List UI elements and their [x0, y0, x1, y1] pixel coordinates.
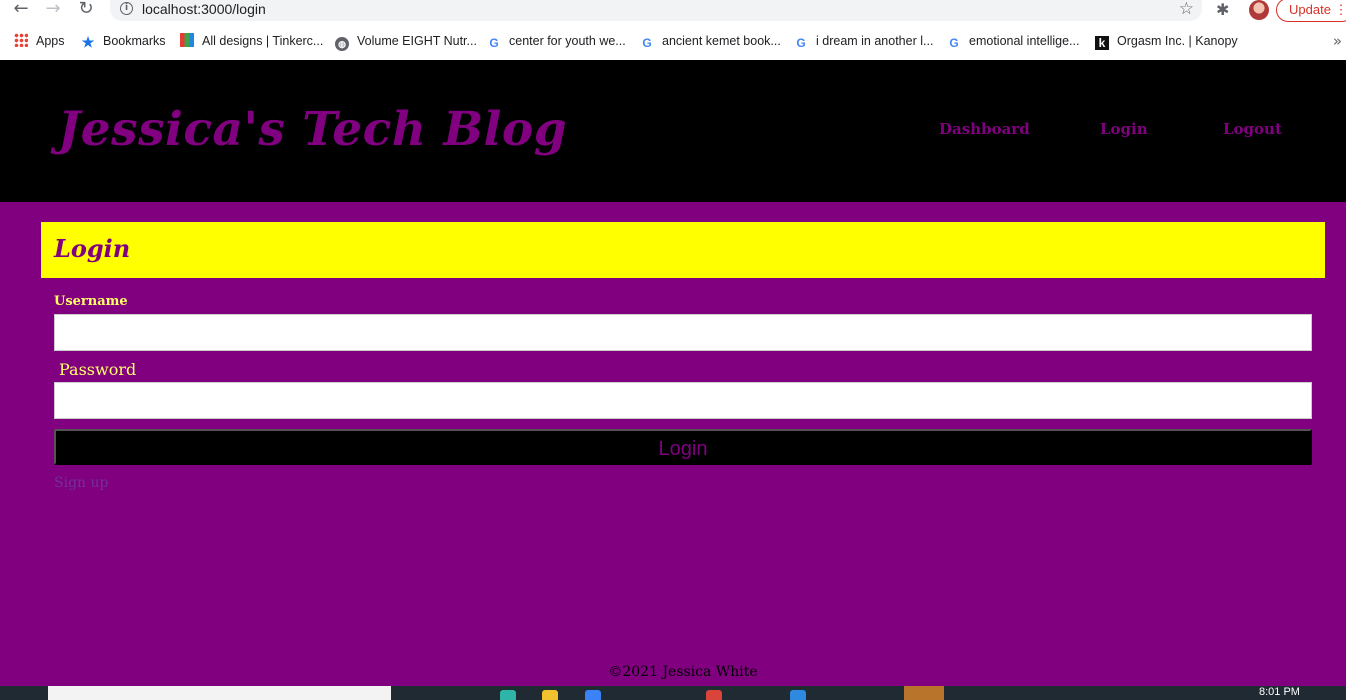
bookmark-star-icon[interactable]: ☆ — [1179, 0, 1194, 19]
bookmark-volume-eight[interactable]: ◍ Volume EIGHT Nutr... — [335, 33, 477, 53]
bookmarks-bar: Apps ★ Bookmarks All designs | Tinkerc...… — [0, 28, 1346, 60]
file-explorer-icon[interactable] — [542, 690, 558, 700]
login-submit-button[interactable]: Login — [54, 429, 1312, 465]
signup-link[interactable]: Sign up — [54, 475, 108, 491]
update-button[interactable]: Update ⋮ — [1276, 0, 1346, 22]
globe-icon: ◍ — [335, 37, 349, 51]
bookmark-kanopy[interactable]: k Orgasm Inc. | Kanopy — [1095, 33, 1238, 53]
bookmark-center-youth[interactable]: Gcenter for youth we... — [487, 33, 626, 53]
site-title[interactable]: Jessica's Tech Blog — [58, 102, 567, 157]
bookmark-label: Orgasm Inc. | Kanopy — [1117, 34, 1238, 48]
bookmark-emotional[interactable]: Gemotional intellige... — [947, 33, 1079, 53]
bookmark-label: All designs | Tinkerc... — [202, 34, 324, 48]
profile-avatar[interactable] — [1249, 0, 1269, 20]
site-info-icon[interactable]: i — [120, 2, 133, 15]
tinkercad-icon — [180, 33, 194, 47]
bookmark-tinkercad[interactable]: All designs | Tinkerc... — [180, 33, 323, 53]
google-icon: G — [642, 36, 652, 50]
username-label: Username — [54, 294, 128, 309]
os-taskbar: 8:01 PM — [0, 686, 1346, 700]
bookmark-bookmarks[interactable]: ★ Bookmarks — [81, 33, 166, 53]
reload-icon[interactable]: ↻ — [75, 0, 97, 20]
update-label: Update — [1289, 2, 1331, 17]
login-banner: Login — [41, 222, 1325, 278]
bookmark-label: ancient kemet book... — [662, 34, 781, 48]
store-icon[interactable] — [585, 690, 601, 700]
back-arrow-icon[interactable]: ← — [10, 0, 32, 20]
bookmark-apps[interactable]: Apps — [14, 33, 65, 53]
apps-icon — [14, 33, 28, 47]
taskbar-clock: 8:01 PM — [1259, 686, 1300, 698]
login-heading: Login — [54, 234, 131, 263]
extensions-puzzle-icon[interactable]: ✱ — [1216, 0, 1229, 19]
site-footer: ©2021 Jessica White — [608, 664, 758, 680]
browser-toolbar: ← → ↻ i localhost:3000/login ☆ ✱ Update … — [0, 0, 1346, 28]
site-header: Jessica's Tech Blog Dashboard Login Logo… — [0, 60, 1346, 202]
more-bookmarks-icon[interactable]: » — [1333, 32, 1342, 50]
url-text[interactable]: localhost:3000/login — [142, 1, 266, 17]
bookmark-label: emotional intellige... — [969, 34, 1080, 48]
bookmark-label: Apps — [36, 34, 65, 48]
kanopy-icon: k — [1095, 36, 1109, 50]
address-bar[interactable]: i localhost:3000/login ☆ — [110, 0, 1202, 21]
password-label: Password — [59, 360, 137, 379]
edge-icon[interactable] — [500, 690, 516, 700]
google-icon: G — [949, 36, 959, 50]
bookmark-kemet[interactable]: Gancient kemet book... — [640, 33, 781, 53]
google-icon: G — [489, 36, 499, 50]
chrome-icon[interactable] — [706, 690, 722, 700]
bookmark-dream[interactable]: Gi dream in another l... — [794, 33, 933, 53]
nav-login-link[interactable]: Login — [1100, 120, 1148, 138]
password-input[interactable] — [54, 382, 1312, 419]
forward-arrow-icon[interactable]: → — [42, 0, 64, 20]
username-input[interactable] — [54, 314, 1312, 351]
bookmark-label: Volume EIGHT Nutr... — [357, 34, 477, 48]
google-icon: G — [796, 36, 806, 50]
bookmark-label: i dream in another l... — [816, 34, 934, 48]
vscode-icon[interactable] — [790, 690, 806, 700]
nav-dashboard-link[interactable]: Dashboard — [939, 120, 1030, 138]
bookmark-label: Bookmarks — [103, 34, 166, 48]
taskbar-search-box[interactable] — [48, 686, 391, 700]
active-app-icon[interactable] — [904, 686, 944, 700]
star-icon: ★ — [81, 34, 95, 50]
bookmark-label: center for youth we... — [509, 34, 626, 48]
nav-logout-link[interactable]: Logout — [1223, 120, 1282, 138]
